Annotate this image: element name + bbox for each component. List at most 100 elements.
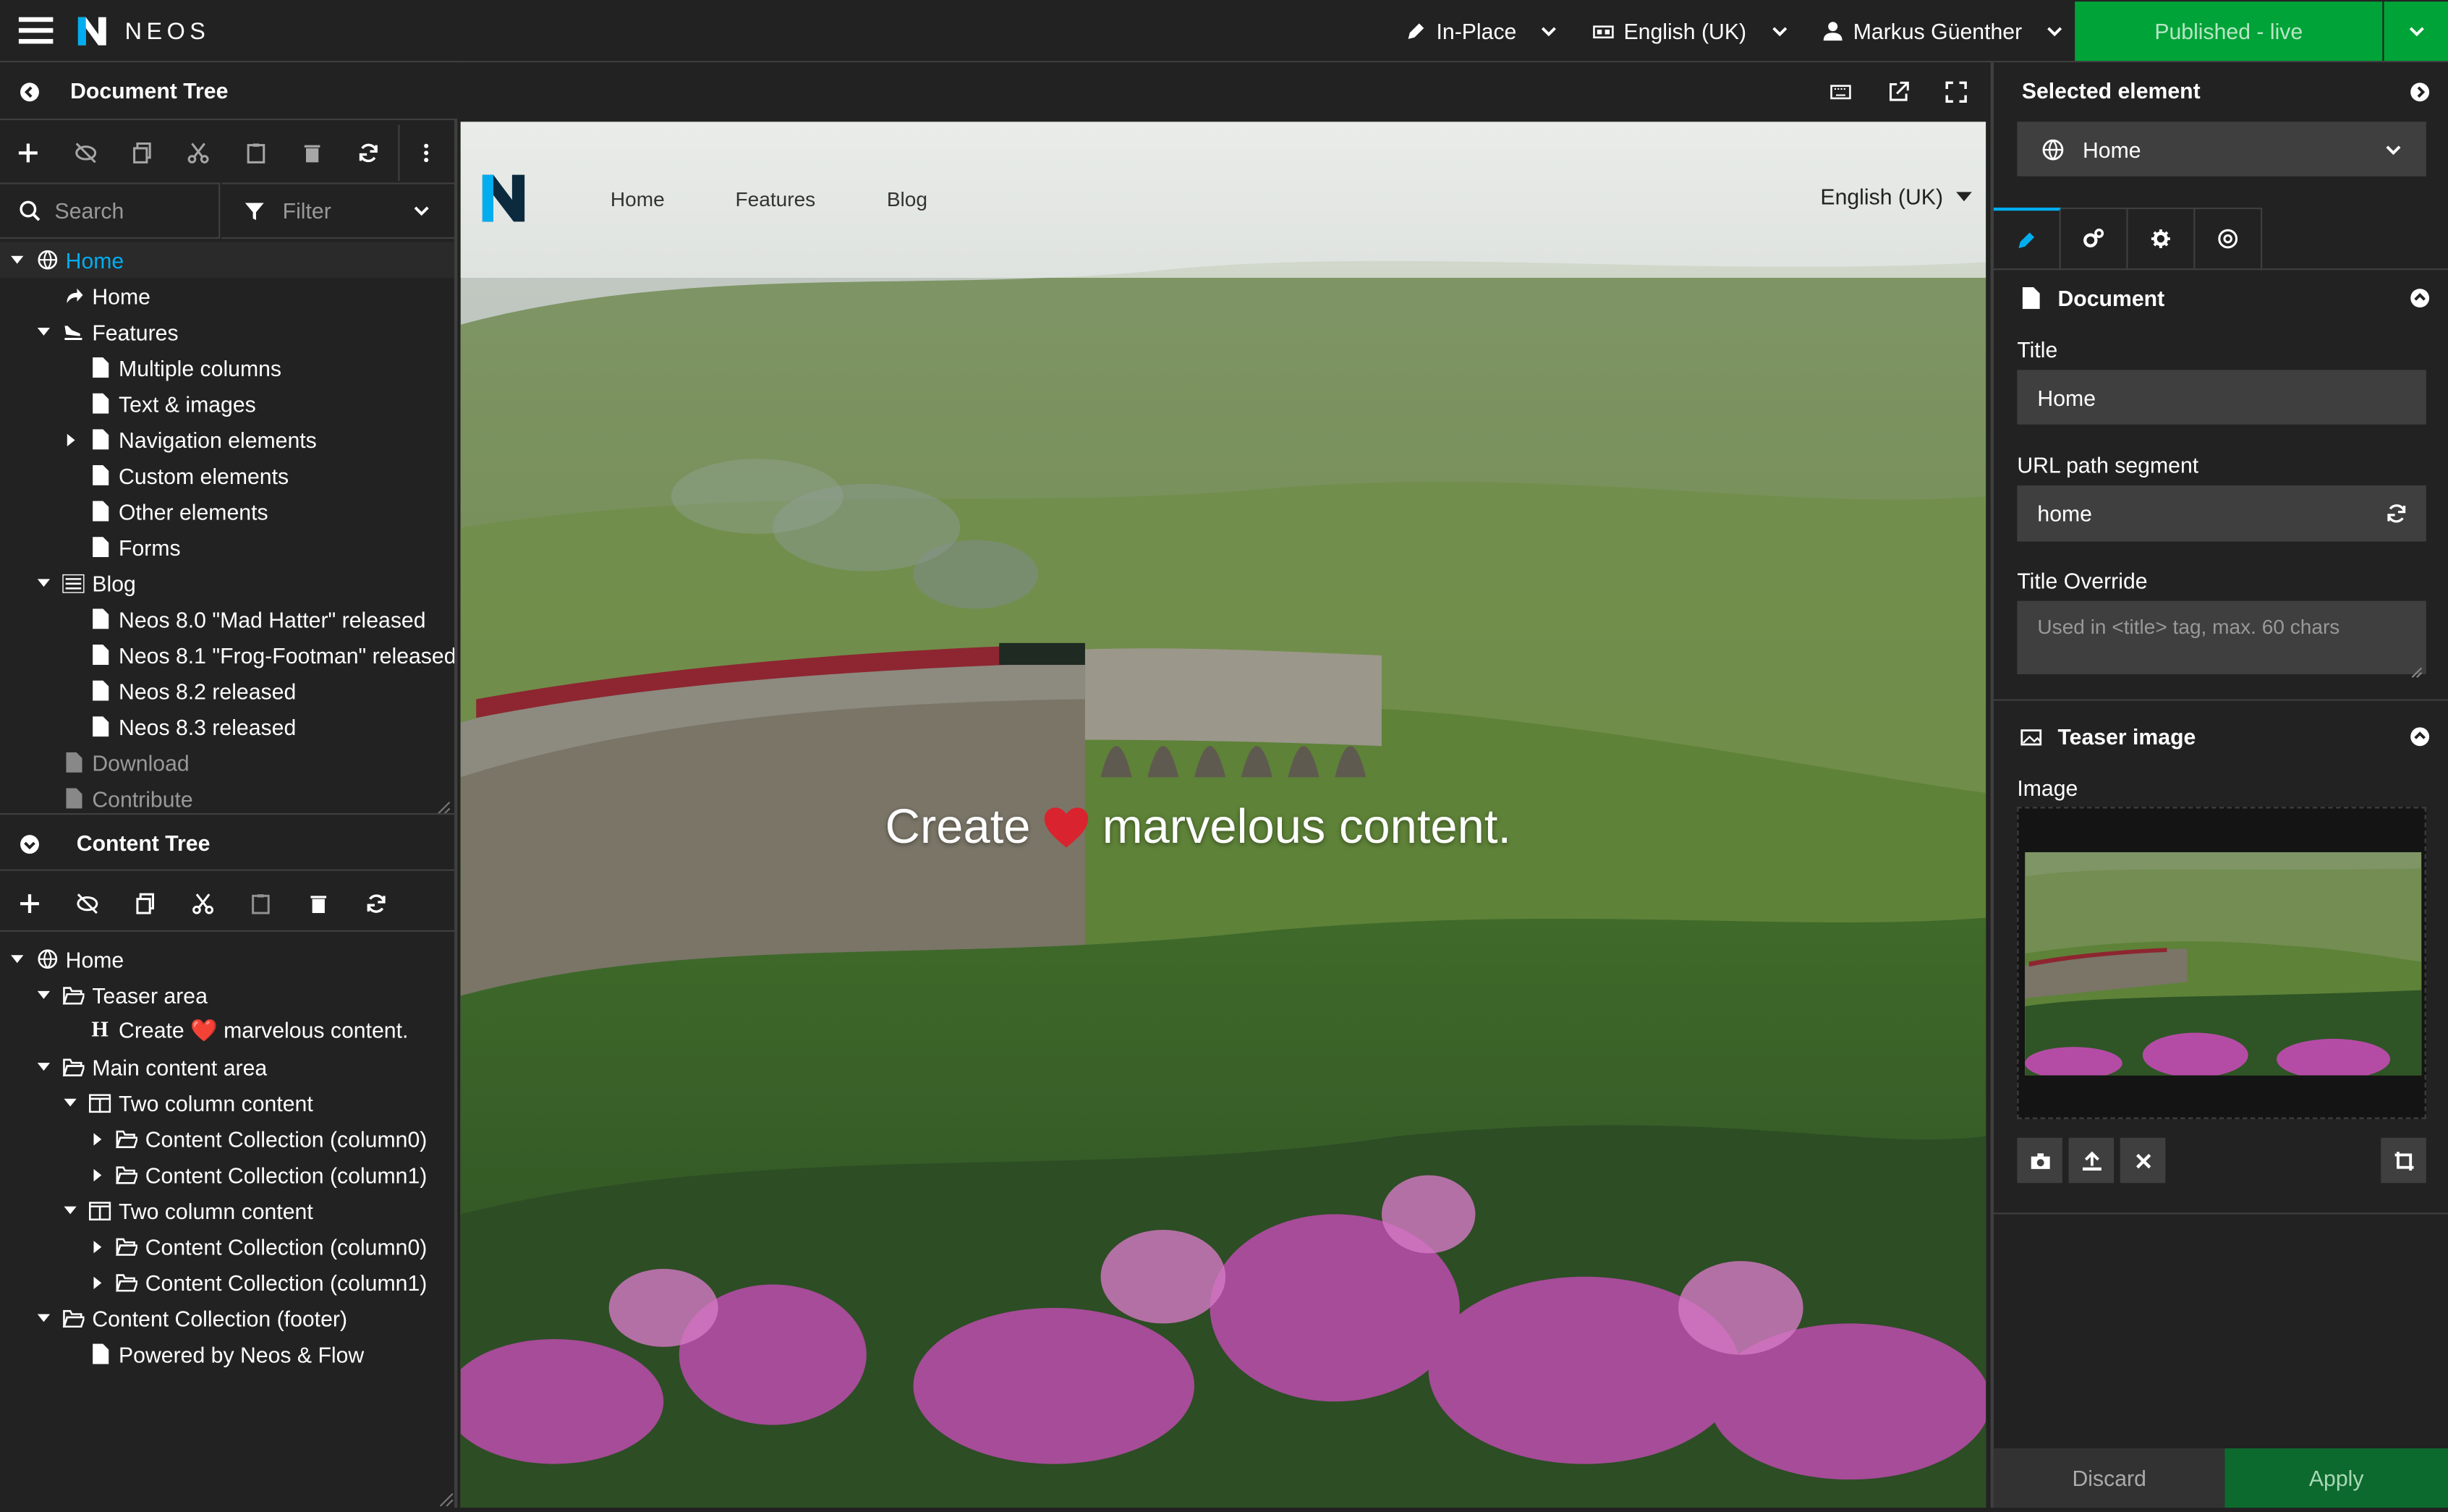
tab-settings[interactable] xyxy=(2128,207,2196,271)
add-icon[interactable] xyxy=(0,125,57,182)
language-dropdown[interactable]: English (UK) xyxy=(1592,0,1790,62)
user-dropdown[interactable]: Markus Güenther xyxy=(1822,0,2066,62)
teaser-section-header[interactable]: Teaser image xyxy=(1994,712,2448,762)
resize-handle-icon[interactable] xyxy=(435,796,451,815)
caret-down-icon[interactable] xyxy=(61,1201,80,1220)
discard-button[interactable]: Discard xyxy=(1993,1448,2225,1508)
tree-node[interactable]: Neos 8.2 released xyxy=(0,673,454,709)
paste-icon[interactable] xyxy=(227,125,284,182)
hide-icon[interactable] xyxy=(58,875,116,931)
resize-grip-icon[interactable] xyxy=(2410,658,2423,679)
delete-icon[interactable] xyxy=(284,125,341,182)
caret-down-icon[interactable] xyxy=(8,250,27,269)
crop-button[interactable] xyxy=(2381,1137,2426,1184)
fullscreen-icon[interactable] xyxy=(1945,81,1967,108)
chevron-up-circle-icon[interactable] xyxy=(2409,726,2431,747)
search-field[interactable]: Search xyxy=(0,182,221,239)
site-nav-home[interactable]: Home xyxy=(611,187,665,211)
hero-headline[interactable]: Create marvelous content. xyxy=(885,799,1511,856)
publish-button[interactable]: Published - live xyxy=(2075,1,2383,61)
title-input[interactable]: Home xyxy=(2017,370,2426,425)
copy-icon[interactable] xyxy=(114,125,171,182)
site-nav-features[interactable]: Features xyxy=(735,187,815,211)
tree-node[interactable]: Custom elements xyxy=(0,457,454,493)
url-path-input[interactable]: home xyxy=(2017,485,2426,542)
caret-down-icon[interactable] xyxy=(61,1093,80,1112)
add-icon[interactable] xyxy=(0,875,58,931)
document-section-header[interactable]: Document xyxy=(1994,273,2448,323)
tree-node[interactable]: Contribute xyxy=(0,781,454,812)
site-nav-blog[interactable]: Blog xyxy=(887,187,927,211)
tree-node[interactable]: Teaser area xyxy=(0,977,454,1014)
chevron-up-circle-icon[interactable] xyxy=(2409,287,2431,309)
refresh-icon[interactable] xyxy=(341,125,398,182)
image-dropzone[interactable] xyxy=(2017,807,2426,1119)
caret-right-icon[interactable] xyxy=(61,430,80,449)
caret-down-icon[interactable] xyxy=(34,1058,53,1076)
tree-node[interactable]: Navigation elements xyxy=(0,421,454,457)
site-logo-icon[interactable] xyxy=(480,171,530,224)
collapse-down-icon[interactable] xyxy=(19,833,41,855)
tab-target[interactable] xyxy=(2195,207,2263,271)
site-language-selector[interactable]: English (UK) xyxy=(1820,184,1971,209)
more-options-icon[interactable] xyxy=(397,124,455,182)
tree-node[interactable]: H Create ❤️ marvelous content. xyxy=(0,1013,454,1049)
tab-meta[interactable] xyxy=(2060,207,2128,271)
caret-right-icon[interactable] xyxy=(88,1273,106,1291)
upload-button[interactable] xyxy=(2068,1137,2115,1184)
tree-node[interactable]: Content Collection (column0) xyxy=(0,1228,454,1265)
caret-right-icon[interactable] xyxy=(88,1237,106,1256)
caret-down-icon[interactable] xyxy=(34,985,53,1004)
tree-node[interactable]: Neos 8.3 released xyxy=(0,708,454,744)
tree-node-home-root[interactable]: Home xyxy=(0,242,455,279)
copy-icon[interactable] xyxy=(116,875,174,931)
tree-node[interactable]: Neos 8.0 "Mad Hatter" released xyxy=(0,601,454,637)
tree-node[interactable]: Blog xyxy=(0,565,454,601)
filter-dropdown[interactable]: Filter xyxy=(221,182,455,239)
delete-icon[interactable] xyxy=(289,875,347,931)
refresh-icon[interactable] xyxy=(347,875,404,931)
remove-image-button[interactable] xyxy=(2120,1137,2166,1184)
tree-node[interactable]: Content Collection (column0) xyxy=(0,1121,454,1157)
caret-down-icon[interactable] xyxy=(34,574,53,593)
tree-node[interactable]: Main content area xyxy=(0,1049,454,1085)
tree-node[interactable]: Features xyxy=(0,314,454,350)
tree-node[interactable]: Two column content xyxy=(0,1084,454,1121)
caret-down-icon[interactable] xyxy=(34,1309,53,1328)
external-link-icon[interactable] xyxy=(1887,81,1909,108)
caret-right-icon[interactable] xyxy=(88,1165,106,1184)
tree-node[interactable]: Text & images xyxy=(0,386,454,422)
keyboard-icon[interactable] xyxy=(1829,81,1851,108)
resize-handle-icon[interactable] xyxy=(438,1487,454,1507)
edit-mode-dropdown[interactable]: In-Place xyxy=(1405,0,1560,62)
cut-icon[interactable] xyxy=(171,125,228,182)
paste-icon[interactable] xyxy=(231,875,289,931)
tree-node[interactable]: Download xyxy=(0,744,454,781)
tree-node[interactable]: Content Collection (footer) xyxy=(0,1300,454,1336)
menu-icon[interactable] xyxy=(18,17,54,46)
collapse-left-icon[interactable] xyxy=(19,81,41,103)
tab-content[interactable] xyxy=(1993,207,2061,271)
tree-node[interactable]: Multiple columns xyxy=(0,349,454,386)
tree-node[interactable]: Forms xyxy=(0,529,454,565)
tree-node[interactable]: Two column content xyxy=(0,1192,454,1228)
collapse-right-icon[interactable] xyxy=(2409,81,2431,103)
tree-node[interactable]: Content Collection (column1) xyxy=(0,1264,454,1300)
caret-down-icon[interactable] xyxy=(8,950,27,969)
media-browser-button[interactable] xyxy=(2017,1137,2062,1184)
tree-node[interactable]: Content Collection (column1) xyxy=(0,1157,454,1193)
selected-element-dropdown[interactable]: Home xyxy=(2017,122,2426,177)
apply-button[interactable]: Apply xyxy=(2224,1448,2448,1508)
tree-node[interactable]: Powered by Neos & Flow xyxy=(0,1336,454,1372)
hide-icon[interactable] xyxy=(57,125,114,182)
tree-node[interactable]: Other elements xyxy=(0,493,454,530)
tree-node[interactable]: Neos 8.1 "Frog-Footman" released xyxy=(0,637,454,673)
caret-right-icon[interactable] xyxy=(88,1129,106,1148)
title-override-textarea[interactable]: Used in <title> tag, max. 60 chars xyxy=(2017,600,2426,679)
publish-dropdown-button[interactable] xyxy=(2384,1,2448,61)
cut-icon[interactable] xyxy=(174,875,231,931)
tree-node[interactable]: Home xyxy=(0,941,454,977)
tree-node[interactable]: Home xyxy=(0,278,454,314)
caret-down-icon[interactable] xyxy=(34,322,53,341)
sync-icon[interactable] xyxy=(2386,503,2407,524)
